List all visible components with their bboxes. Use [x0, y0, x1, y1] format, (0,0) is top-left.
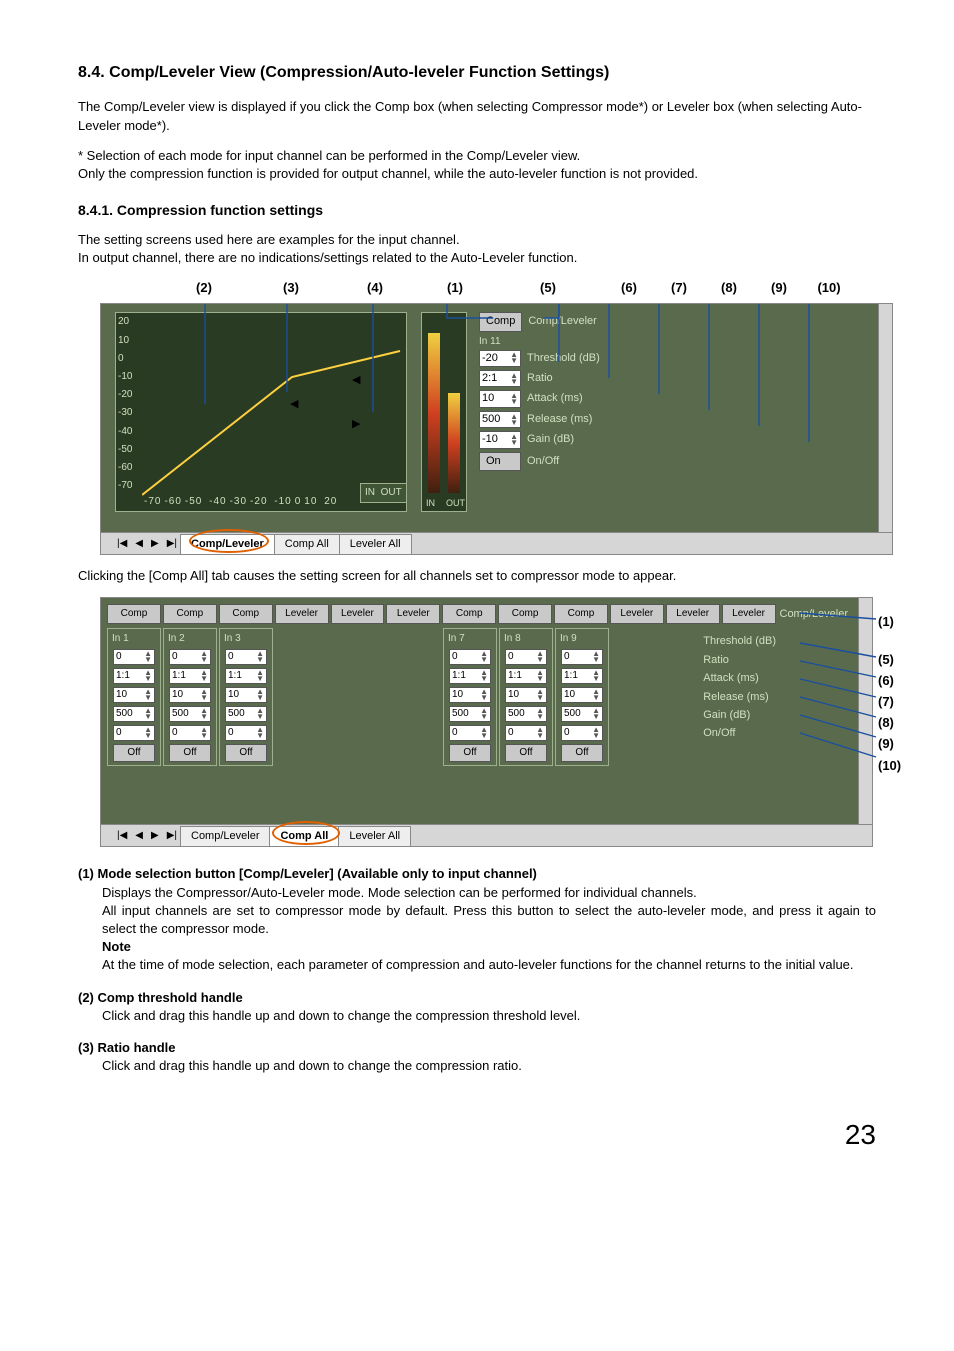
gain-handle-up-icon[interactable]: ◀	[352, 373, 360, 388]
graph-y-ticks: 20100 -10-20-30 -40-50-60 -70	[118, 315, 132, 493]
tab-comp-leveler[interactable]: Comp/Leveler	[180, 826, 270, 846]
mode-label: Comp/Leveler	[528, 314, 596, 329]
screenshot-comp-leveler-view: 20100 -10-20-30 -40-50-60 -70 -70-60-50 …	[100, 303, 893, 555]
mode-button[interactable]: Leveler	[386, 604, 440, 624]
mode-button[interactable]: Comp	[163, 604, 217, 624]
channel-column: In 8 0▲▼ 1:1▲▼ 10▲▼ 500▲▼ 0▲▼ Off	[499, 628, 553, 766]
gain-spin[interactable]: -10▲▼	[479, 431, 521, 448]
in-out-label: IN OUT	[360, 483, 407, 503]
nav-next-icon[interactable]: ▶	[147, 537, 163, 551]
channel-group-title: In 11	[479, 335, 631, 349]
comp-button[interactable]: Comp	[479, 312, 522, 331]
subsection-p2: In output channel, there are no indicati…	[78, 249, 876, 267]
desc-1-title: (1) Mode selection button [Comp/Leveler]…	[78, 865, 876, 883]
mode-button[interactable]: Comp	[219, 604, 273, 624]
attack-spin[interactable]: 10▲▼	[479, 390, 521, 407]
mode-button[interactable]: Leveler	[275, 604, 329, 624]
mode-button[interactable]: Leveler	[722, 604, 776, 624]
ratio-spin[interactable]: 1:1▲▼	[113, 668, 155, 684]
onoff-button[interactable]: Off	[113, 744, 155, 762]
threshold-spin[interactable]: 0▲▼	[113, 649, 155, 665]
tab-leveler-all[interactable]: Leveler All	[339, 534, 412, 554]
mode-button[interactable]: Comp	[554, 604, 608, 624]
nav-prev-icon[interactable]: ◀	[131, 829, 147, 843]
mode-button[interactable]: Leveler	[666, 604, 720, 624]
nav-next-icon[interactable]: ▶	[147, 829, 163, 843]
threshold-spin[interactable]: -20▲▼	[479, 350, 521, 367]
subsection-heading: 8.4.1. Compression function settings	[78, 201, 876, 221]
nav-first-icon[interactable]: |◀	[113, 537, 131, 551]
graph-x-ticks: -70-60-50 -40-30-20 -10010 20	[144, 495, 340, 509]
channel-column: In 2 0▲▼ 1:1▲▼ 10▲▼ 500▲▼ 0▲▼ Off	[163, 628, 217, 766]
scrollbar-vertical[interactable]	[858, 598, 872, 824]
desc-2-title: (2) Comp threshold handle	[78, 989, 876, 1007]
ratio-spin[interactable]: 2:1▲▼	[479, 370, 521, 387]
ratio-handle-icon[interactable]: ◀	[290, 397, 298, 412]
screenshot-comp-all-view: Comp Comp Comp Leveler Leveler Leveler C…	[100, 597, 873, 847]
page-number: 23	[78, 1115, 876, 1154]
mode-button[interactable]: Comp	[442, 604, 496, 624]
tab-leveler-all[interactable]: Leveler All	[338, 826, 411, 846]
nav-last-icon[interactable]: ▶|	[163, 829, 181, 843]
gain-spin[interactable]: 0▲▼	[113, 725, 155, 741]
mode-button[interactable]: Leveler	[610, 604, 664, 624]
tab-comp-all[interactable]: Comp All	[269, 826, 339, 846]
section-heading: 8.4. Comp/Leveler View (Compression/Auto…	[78, 62, 876, 84]
desc-3-title: (3) Ratio handle	[78, 1039, 876, 1057]
mode-button[interactable]: Comp	[107, 604, 161, 624]
channel-column: In 9 0▲▼ 1:1▲▼ 10▲▼ 500▲▼ 0▲▼ Off	[555, 628, 609, 766]
footnote-text: * Selection of each mode for input chann…	[78, 147, 876, 183]
nav-last-icon[interactable]: ▶|	[163, 537, 181, 551]
release-spin[interactable]: 500▲▼	[113, 706, 155, 722]
after-shot1-text: Clicking the [Comp All] tab causes the s…	[78, 567, 876, 585]
channel-mode-row: Comp Comp Comp Leveler Leveler Leveler C…	[101, 598, 872, 626]
scrollbar-vertical[interactable]	[878, 304, 892, 532]
level-meter: IN OUT	[421, 312, 467, 512]
parameter-labels: Threshold (dB) Ratio Attack (ms) Release…	[703, 634, 776, 741]
tab-bar: |◀ ◀ ▶ ▶| Comp/Leveler Comp All Leveler …	[101, 532, 892, 554]
channel-column: In 1 0▲▼ 1:1▲▼ 10▲▼ 500▲▼ 0▲▼ Off	[107, 628, 161, 766]
tab-comp-all[interactable]: Comp All	[274, 534, 340, 554]
subsection-p1: The setting screens used here are exampl…	[78, 231, 876, 249]
release-spin[interactable]: 500▲▼	[479, 411, 521, 428]
mode-button[interactable]: Comp	[498, 604, 552, 624]
descriptions: (1) Mode selection button [Comp/Leveler]…	[78, 865, 876, 1075]
channel-column: In 3 0▲▼ 1:1▲▼ 10▲▼ 500▲▼ 0▲▼ Off	[219, 628, 273, 766]
mode-button[interactable]: Leveler	[331, 604, 385, 624]
tab-bar: |◀ ◀ ▶ ▶| Comp/Leveler Comp All Leveler …	[101, 824, 872, 846]
nav-first-icon[interactable]: |◀	[113, 829, 131, 843]
compression-graph[interactable]: 20100 -10-20-30 -40-50-60 -70 -70-60-50 …	[115, 312, 407, 512]
onoff-button[interactable]: On	[479, 452, 521, 471]
gain-handle-down-icon[interactable]: ▶	[352, 417, 360, 432]
intro-text: The Comp/Leveler view is displayed if yo…	[78, 98, 876, 134]
channel-column: In 7 0▲▼ 1:1▲▼ 10▲▼ 500▲▼ 0▲▼ Off	[443, 628, 497, 766]
mode-label: Comp/Leveler	[780, 607, 848, 622]
parameter-panel: Comp Comp/Leveler In 11 -20▲▼Threshold (…	[479, 312, 631, 474]
attack-spin[interactable]: 10▲▼	[113, 687, 155, 703]
callouts-right: (1) (5) (6) (7) (8) (9) (10)	[878, 613, 901, 774]
callouts-top-row: (2) (3) (4) (1) (5) (6) (7) (8) (9) (10)	[158, 279, 876, 297]
nav-prev-icon[interactable]: ◀	[131, 537, 147, 551]
tab-comp-leveler[interactable]: Comp/Leveler	[180, 534, 275, 554]
